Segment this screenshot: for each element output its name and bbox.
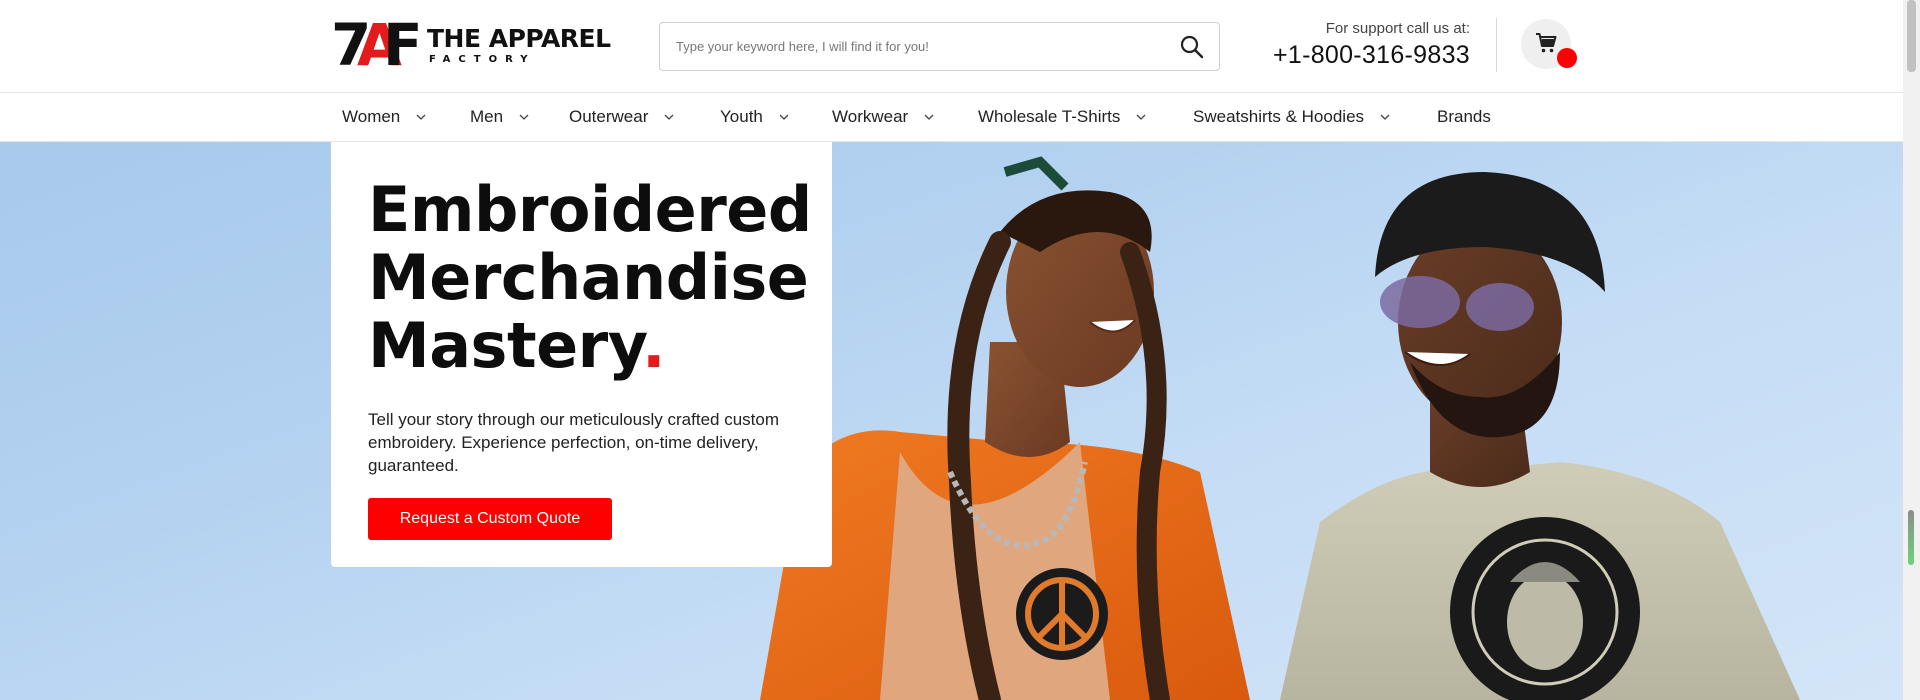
nav-item-label: Sweatshirts & Hoodies xyxy=(1193,107,1365,126)
hero-description: Tell your story through our meticulously… xyxy=(368,410,780,475)
hero-title-line: Merchandise xyxy=(368,241,809,314)
nav-item-label: Workwear xyxy=(832,107,909,126)
hero-card: Embroidered Merchandise Mastery. Tell yo… xyxy=(331,142,832,567)
chevron-down-icon xyxy=(664,114,674,120)
nav-item-workwear[interactable]: Workwear xyxy=(832,93,934,141)
chevron-down-icon xyxy=(1380,114,1390,120)
chevron-down-icon xyxy=(519,114,529,120)
nav-item-women[interactable]: Women xyxy=(342,93,426,141)
chevron-down-icon xyxy=(924,114,934,120)
nav-item-outerwear[interactable]: Outerwear xyxy=(569,93,674,141)
search-input[interactable] xyxy=(676,23,1156,70)
nav-item-label: Men xyxy=(470,107,504,126)
nav-item-label: Women xyxy=(342,107,401,126)
nav-item-label: Outerwear xyxy=(569,107,649,126)
nav-item-label: Brands xyxy=(1437,107,1491,126)
page-scrollbar[interactable] xyxy=(1903,0,1920,700)
logo-mark: 7AF xyxy=(331,11,423,79)
support-phone-link[interactable]: +1-800-316-9833 xyxy=(1270,41,1470,70)
hero-photo xyxy=(760,156,1800,700)
site-header: 7AF THE APPAREL FACTORY For support call… xyxy=(0,0,1903,92)
site-logo[interactable]: 7AF THE APPAREL FACTORY xyxy=(331,11,611,79)
header-divider xyxy=(1496,18,1497,72)
nav-item-label: Youth xyxy=(720,107,763,126)
search-icon xyxy=(1180,35,1204,59)
chevron-down-icon xyxy=(416,114,426,120)
nav-item-label: Wholesale T-Shirts xyxy=(978,107,1121,126)
chevron-down-icon xyxy=(779,114,789,120)
logo-subtitle: FACTORY xyxy=(429,53,536,65)
hero-banner: Embroidered Merchandise Mastery. Tell yo… xyxy=(0,142,1903,700)
cart-count-badge xyxy=(1557,48,1577,68)
hero-title-line: Mastery xyxy=(368,309,642,382)
logo-title: THE APPAREL xyxy=(427,23,611,53)
support-label: For support call us at: xyxy=(1325,20,1470,37)
hero-title-accent-dot: . xyxy=(641,309,666,382)
request-quote-button[interactable]: Request a Custom Quote xyxy=(368,498,612,540)
search-box xyxy=(659,22,1220,71)
scrollbar-marker xyxy=(1908,510,1914,565)
chevron-down-icon xyxy=(1136,114,1146,120)
nav-item-wholesale-t-shirts[interactable]: Wholesale T-Shirts xyxy=(978,93,1146,141)
nav-item-youth[interactable]: Youth xyxy=(720,93,789,141)
hero-title-line: Embroidered xyxy=(368,173,812,246)
scrollbar-thumb[interactable] xyxy=(1907,0,1916,72)
nav-item-brands[interactable]: Brands xyxy=(1437,93,1491,141)
cart-icon xyxy=(1536,33,1557,53)
cart-button[interactable] xyxy=(1521,19,1577,69)
hero-title: Embroidered Merchandise Mastery. xyxy=(368,176,812,382)
nav-item-men[interactable]: Men xyxy=(470,93,529,141)
main-navigation: Women Men Outerwear Youth Workwear Whole… xyxy=(0,92,1903,142)
support-block: For support call us at: +1-800-316-9833 xyxy=(1270,20,1470,70)
search-button[interactable] xyxy=(1179,34,1205,60)
nav-item-sweatshirts-hoodies[interactable]: Sweatshirts & Hoodies xyxy=(1193,93,1390,141)
